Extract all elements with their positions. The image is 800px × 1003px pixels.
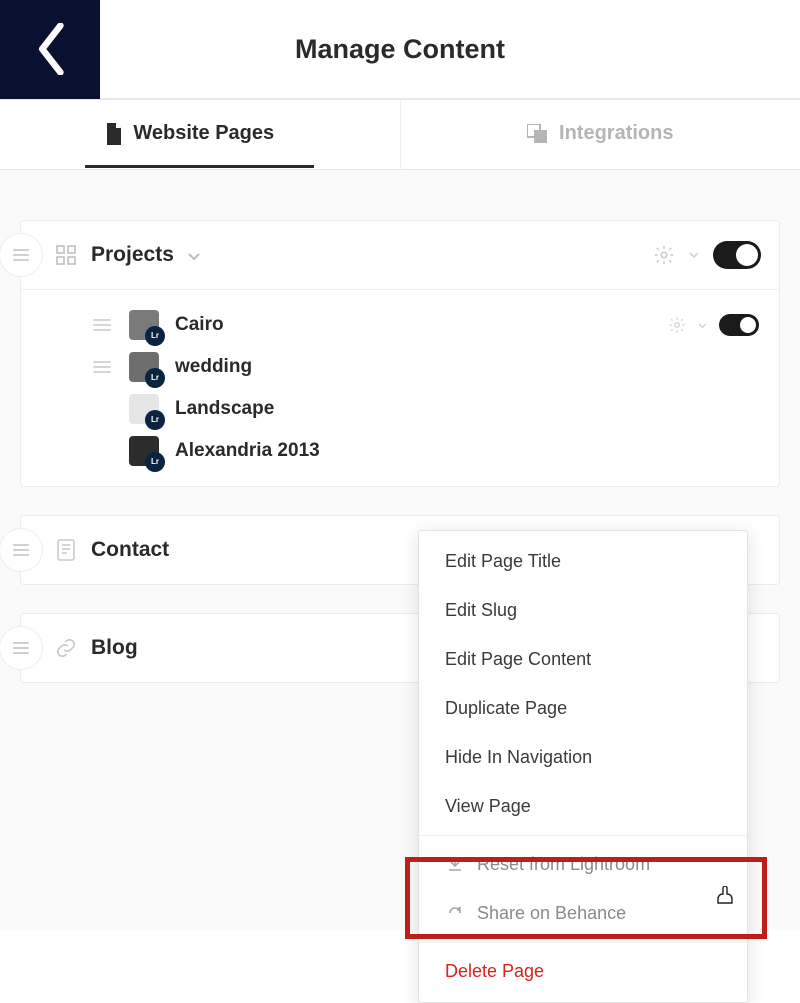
menu-delete-page[interactable]: Delete Page	[419, 947, 747, 996]
link-icon	[55, 637, 77, 659]
document-icon	[55, 539, 77, 561]
lightroom-badge-icon: Lr	[145, 368, 165, 388]
hamburger-icon	[13, 642, 29, 654]
section-projects: Projects Lr Cairo	[20, 220, 780, 487]
menu-reset-from-lightroom[interactable]: Reset from Lightroom	[419, 840, 747, 889]
drag-handle[interactable]	[93, 361, 111, 373]
menu-hide-in-navigation[interactable]: Hide In Navigation	[419, 733, 747, 782]
gear-icon	[653, 244, 675, 266]
tabs: Website Pages Integrations	[0, 100, 800, 170]
chevron-down-icon[interactable]	[685, 248, 703, 262]
content-area: Projects Lr Cairo	[0, 170, 800, 930]
item-settings-button[interactable]	[668, 316, 686, 334]
chevron-down-icon[interactable]	[694, 318, 711, 332]
drag-handle[interactable]	[93, 319, 111, 331]
thumbnail: Lr	[129, 436, 159, 466]
menu-edit-page-content[interactable]: Edit Page Content	[419, 635, 747, 684]
lightroom-badge-icon: Lr	[145, 410, 165, 430]
section-title: Projects	[91, 243, 653, 267]
grid-icon	[55, 244, 77, 266]
integrations-icon	[527, 124, 549, 144]
drag-handle[interactable]	[0, 528, 43, 572]
cursor-icon	[716, 886, 736, 914]
list-item[interactable]: Lr Landscape	[21, 388, 759, 430]
context-menu: Edit Page Title Edit Slug Edit Page Cont…	[418, 530, 748, 1003]
list-item[interactable]: Lr Alexandria 2013	[21, 430, 759, 472]
section-header[interactable]: Projects	[21, 221, 779, 289]
menu-divider	[419, 835, 747, 836]
menu-divider	[419, 942, 747, 943]
thumbnail: Lr	[129, 352, 159, 382]
menu-duplicate-page[interactable]: Duplicate Page	[419, 684, 747, 733]
menu-view-page[interactable]: View Page	[419, 782, 747, 831]
item-label: Alexandria 2013	[175, 440, 320, 462]
thumbnail: Lr	[129, 394, 159, 424]
settings-button[interactable]	[653, 244, 675, 266]
hamburger-icon	[13, 249, 29, 261]
share-icon	[445, 905, 465, 921]
list-item[interactable]: Lr Cairo	[21, 304, 759, 346]
page-icon	[105, 123, 123, 145]
menu-edit-page-title[interactable]: Edit Page Title	[419, 537, 747, 586]
hamburger-icon	[13, 544, 29, 556]
menu-edit-slug[interactable]: Edit Slug	[419, 586, 747, 635]
item-visibility-toggle[interactable]	[719, 314, 759, 336]
tab-label: Website Pages	[133, 122, 274, 145]
page-title: Manage Content	[0, 34, 800, 65]
menu-share-on-behance[interactable]: Share on Behance	[419, 889, 747, 938]
lightroom-badge-icon: Lr	[145, 326, 165, 346]
tab-website-pages[interactable]: Website Pages	[0, 100, 401, 169]
visibility-toggle[interactable]	[713, 241, 761, 269]
drag-handle[interactable]	[0, 626, 43, 670]
item-label: wedding	[175, 356, 252, 378]
caret-down-icon[interactable]	[188, 243, 200, 267]
lightroom-badge-icon: Lr	[145, 452, 165, 472]
back-button[interactable]	[0, 0, 100, 99]
tab-integrations[interactable]: Integrations	[401, 100, 800, 169]
thumbnail: Lr	[129, 310, 159, 340]
download-icon	[445, 856, 465, 872]
list-item[interactable]: Lr wedding	[21, 346, 759, 388]
drag-handle[interactable]	[0, 233, 43, 277]
item-label: Landscape	[175, 398, 274, 420]
header: Manage Content	[0, 0, 800, 100]
tab-label: Integrations	[559, 122, 673, 145]
item-label: Cairo	[175, 314, 224, 336]
gear-icon	[668, 316, 686, 334]
chevron-left-icon	[33, 23, 67, 75]
project-items: Lr Cairo Lr wedding Lr	[21, 289, 779, 486]
